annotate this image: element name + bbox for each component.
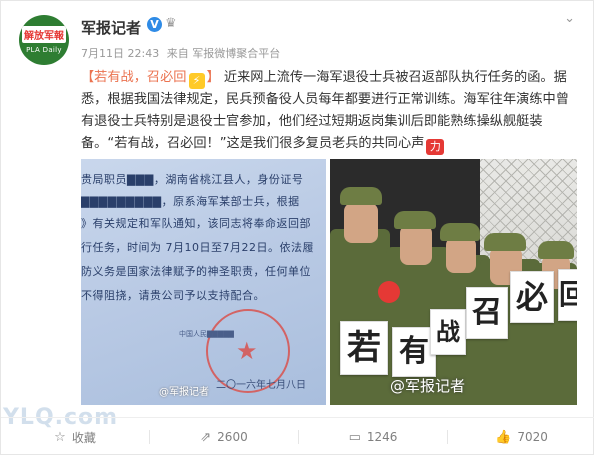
- photo-document[interactable]: 贵局职员▇▇▇，湖南省桃江县人，身份证号 ▇▇▇▇▇▇▇▇▇，原系海军某部士兵，…: [81, 159, 326, 405]
- post-text: 【若有战，召必回 ⚡】 近来网上流传一海军退役士兵被召返部队执行任务的函。据悉，根…: [81, 67, 577, 155]
- red-flower: [378, 281, 400, 303]
- verified-v-icon: V: [147, 17, 162, 32]
- photo-soldiers[interactable]: 若 有 战 召 必 回 @军报记者: [330, 159, 577, 405]
- author-avatar[interactable]: 解放军報 PLA Daily: [19, 15, 69, 65]
- doc-line: 不得阻挠，请贵公司予以支持配合。: [81, 289, 265, 302]
- post-time[interactable]: 7月11日 22:43: [81, 47, 159, 60]
- repost-count: 2600: [217, 430, 248, 444]
- soldier-face: [400, 225, 432, 265]
- chevron-down-icon[interactable]: ⌄: [564, 11, 575, 26]
- star-outline-icon: ☆: [54, 429, 66, 445]
- comment-count: 1246: [366, 430, 398, 444]
- star-icon: ★: [236, 337, 258, 365]
- doc-line: 行任务，时间为 7月10日至7月22日。依法履: [81, 241, 314, 254]
- soldier-cap: [440, 223, 480, 241]
- sign-card: 召: [466, 287, 508, 339]
- topic-tag-close: 】: [206, 70, 220, 85]
- soldier-cap: [538, 241, 574, 259]
- doc-line: 》有关规定和军队通知，该同志将奉命返回部: [81, 217, 311, 230]
- like-button[interactable]: 👍 7020: [448, 418, 594, 456]
- topic-tag[interactable]: 【若有战，召必回: [81, 70, 187, 85]
- doc-line: 防义务是国家法律赋予的神圣职责，任何单位: [81, 265, 311, 278]
- li-emoji-icon: 力: [426, 139, 445, 155]
- soldier-cap: [484, 233, 526, 251]
- post-meta: 7月11日 22:43 来自 军报微博聚合平台: [81, 45, 280, 61]
- sign-card: 战: [430, 309, 466, 355]
- share-icon: ⇗: [200, 429, 212, 445]
- comment-button[interactable]: ▭ 1246: [299, 418, 447, 456]
- member-crown-icon: ♛: [165, 16, 177, 31]
- weibo-post-card: 解放军報 PLA Daily 军报记者 V ♛ ⌄ 7月11日 22:43 来自…: [0, 0, 594, 455]
- doc-stamp-text: 中国人民▇▇▇▇▇: [179, 330, 234, 338]
- repost-button[interactable]: ⇗ 2600: [150, 418, 298, 456]
- comment-icon: ▭: [348, 429, 361, 445]
- sign-card: 必: [510, 271, 554, 323]
- soldier-face: [446, 237, 476, 273]
- post-source[interactable]: 军报微博聚合平台: [192, 47, 280, 60]
- soldier-cap: [394, 211, 436, 229]
- sign-card: 回: [558, 269, 577, 321]
- lightning-emoji-icon: ⚡: [188, 73, 205, 89]
- doc-line: 贵局职员▇▇▇，湖南省桃江县人，身份证号: [81, 173, 304, 186]
- soldier-cap: [340, 187, 382, 205]
- sign-card: 若: [340, 321, 388, 375]
- like-count: 7020: [517, 430, 548, 444]
- soldier-face: [344, 203, 378, 243]
- image-watermark: @军报记者: [390, 377, 466, 395]
- author-name[interactable]: 军报记者: [81, 17, 141, 38]
- image-watermark: @军报记者: [159, 387, 209, 398]
- post-source-prefix: 来自: [166, 47, 189, 60]
- avatar-logo-text: 解放军報: [22, 26, 66, 43]
- doc-date: 二〇一六年七月八日: [216, 380, 306, 391]
- doc-line: ▇▇▇▇▇▇▇▇▇，原系海军某部士兵，根据: [81, 195, 300, 208]
- thumbs-up-icon: 👍: [495, 429, 512, 445]
- favorite-button[interactable]: ☆ 收藏: [1, 418, 149, 456]
- favorite-label: 收藏: [71, 430, 96, 445]
- action-bar: ☆ 收藏 ⇗ 2600 ▭ 1246 👍 7020: [1, 417, 594, 456]
- avatar-logo-subtext: PLA Daily: [26, 46, 62, 54]
- soldier-figure: [330, 229, 390, 405]
